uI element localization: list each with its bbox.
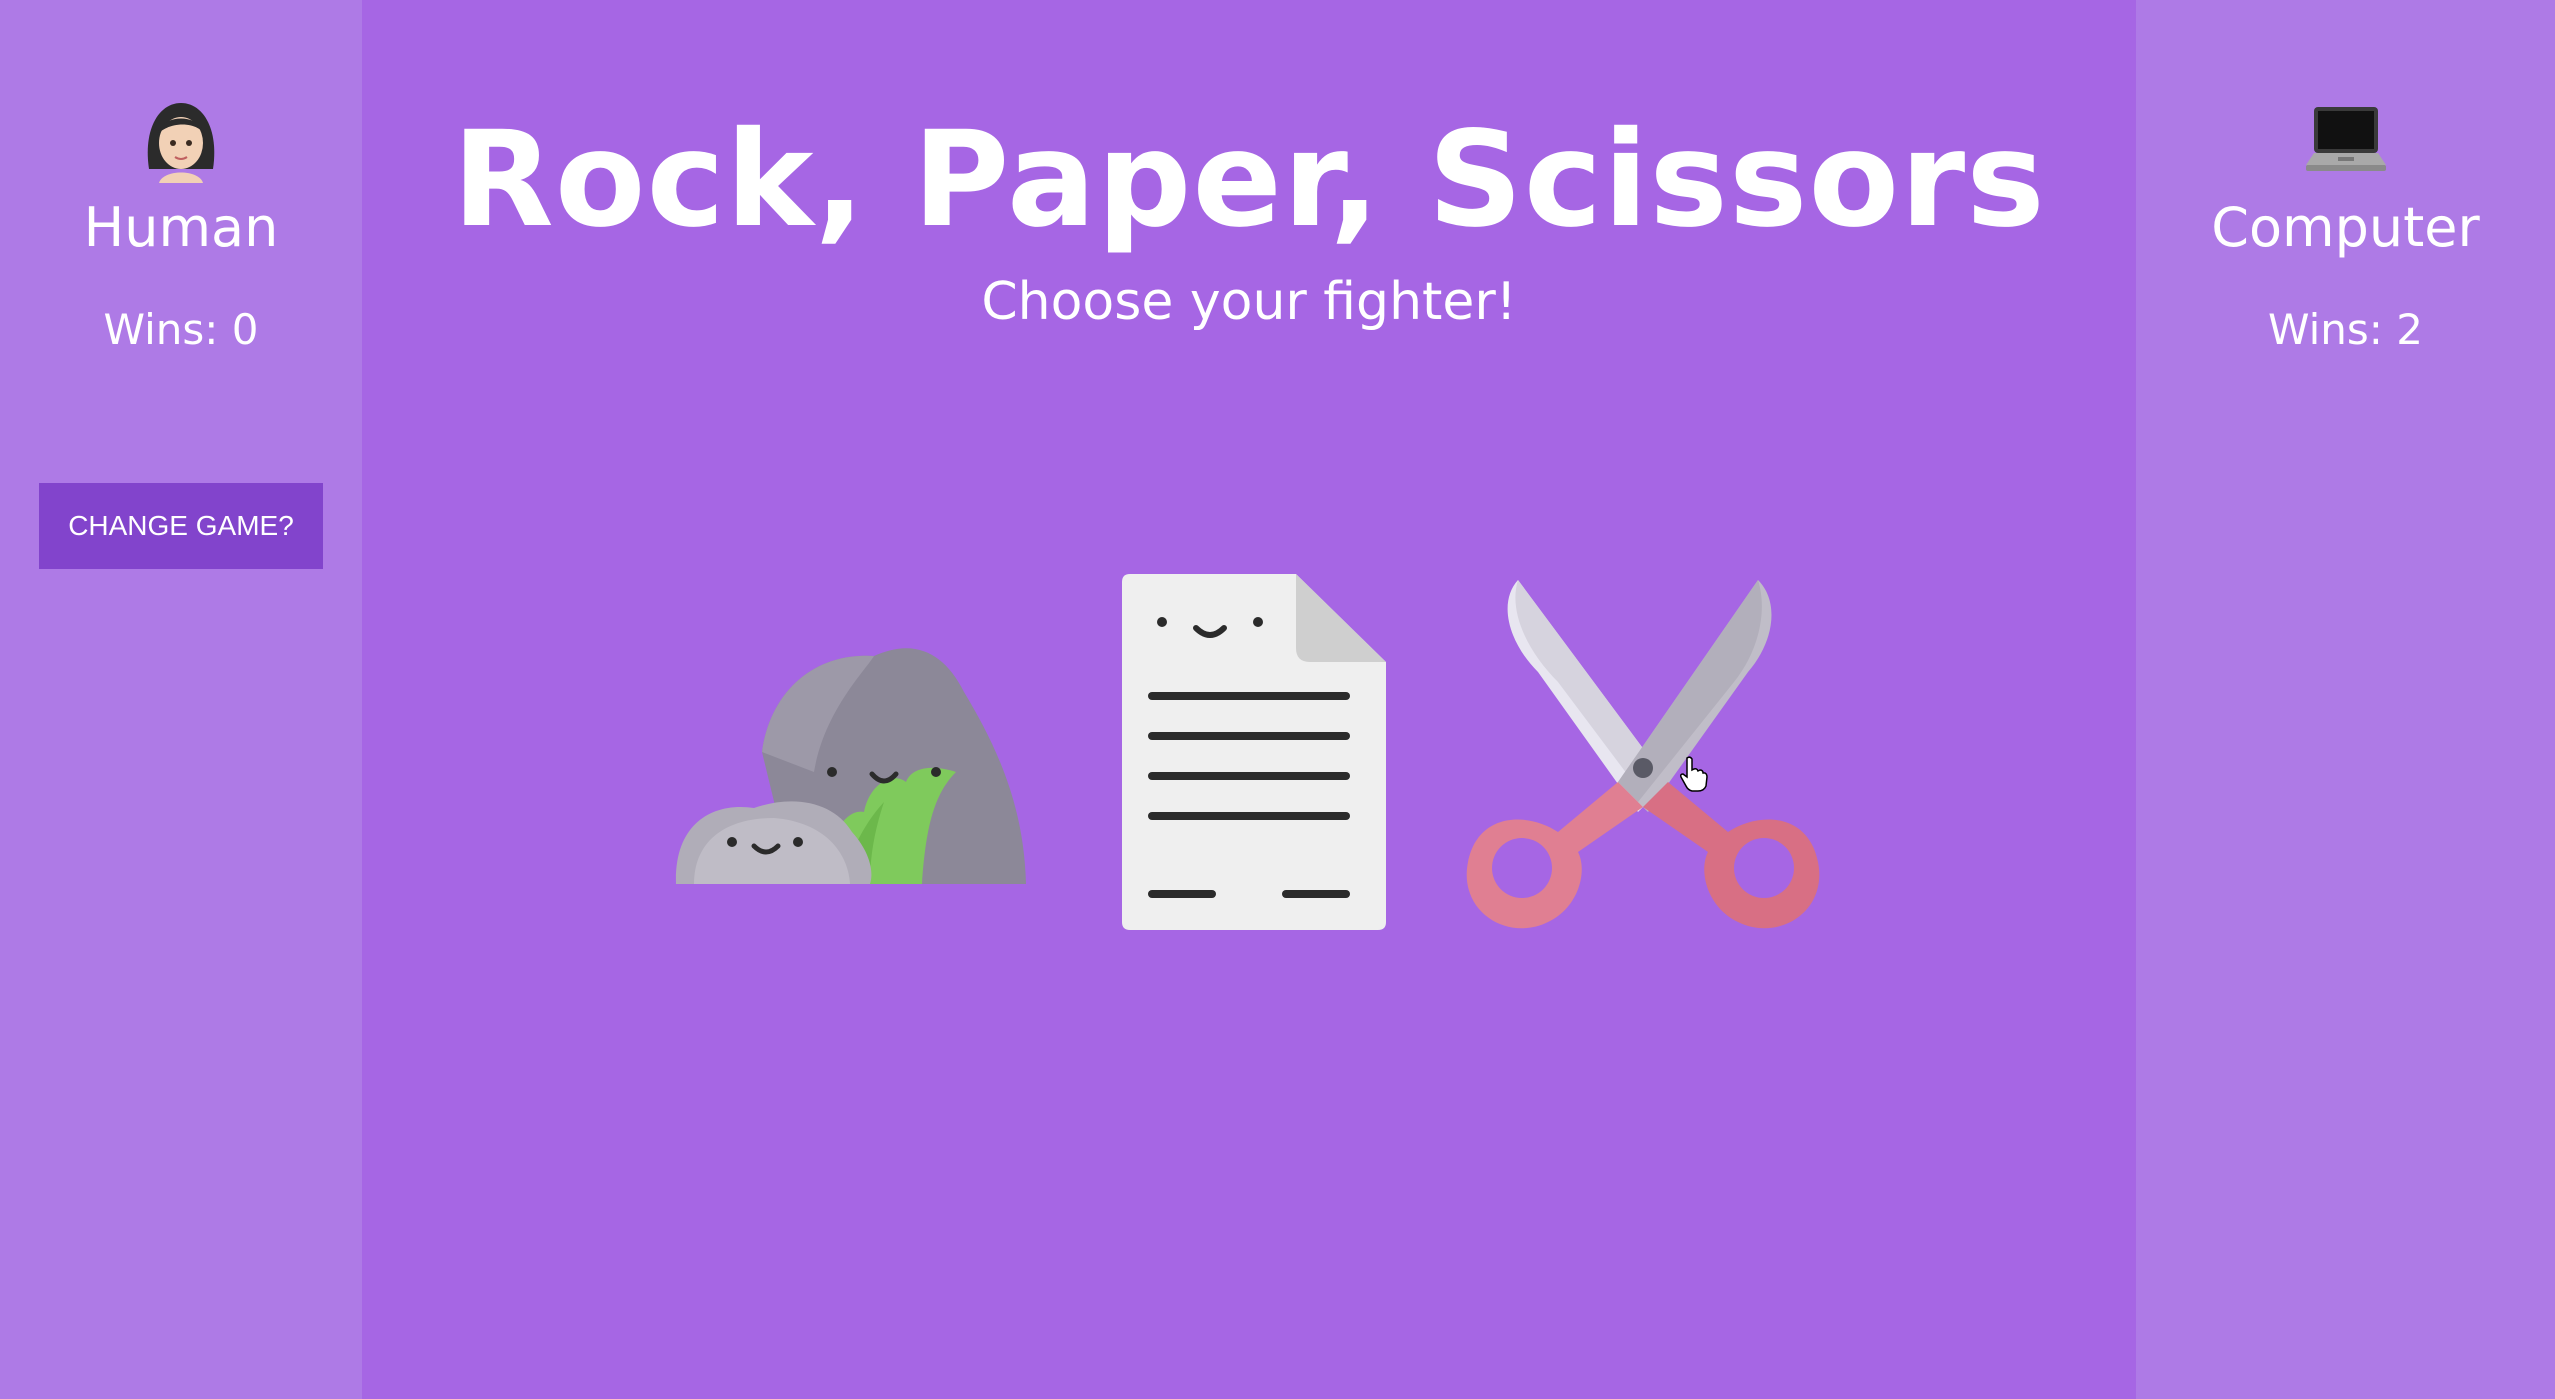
computer-name: Computer — [2211, 196, 2480, 259]
fighter-choices — [362, 572, 2136, 952]
page-title: Rock, Paper, Scissors — [452, 103, 2046, 257]
human-panel: Human Wins: 0 CHANGE GAME? — [0, 0, 362, 1399]
rock-icon — [675, 648, 1026, 884]
paper-icon — [1122, 574, 1386, 930]
scissors-choice[interactable] — [1458, 572, 1828, 942]
woman-emoji-icon — [136, 96, 226, 186]
page-subtitle: Choose your fighter! — [981, 272, 1517, 333]
human-name: Human — [83, 196, 279, 259]
human-wins: Wins: 0 — [103, 304, 259, 354]
computer-panel: Computer Wins: 2 — [2136, 0, 2555, 1399]
change-game-button[interactable]: CHANGE GAME? — [39, 483, 323, 570]
laptop-emoji-icon — [2301, 96, 2391, 186]
computer-wins: Wins: 2 — [2268, 304, 2423, 354]
paper-choice[interactable] — [1110, 572, 1390, 932]
game-board: Rock, Paper, Scissors Choose your fighte… — [362, 0, 2136, 1399]
scissors-icon — [1466, 580, 1820, 929]
rock-choice[interactable] — [674, 632, 1034, 892]
